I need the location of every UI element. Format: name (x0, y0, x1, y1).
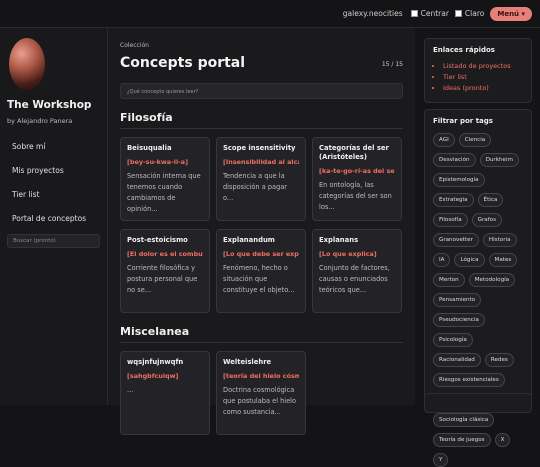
tag-chip[interactable]: AGI (433, 133, 455, 147)
tag-chip[interactable]: Merton (433, 273, 465, 287)
card-phonetic: [teoría del hielo cósmico] (223, 372, 299, 380)
sidebar-item-concepts[interactable]: Portal de conceptos (7, 209, 100, 228)
concept-card[interactable]: Scope insensitivity [Insensibilidad al a… (216, 137, 306, 221)
tag-chip[interactable]: Granovetter (433, 233, 479, 247)
sidebar: The Workshop by Alejandro Panera Sobre m… (0, 28, 108, 405)
concept-card[interactable]: Post-estoicismo [El dolor es el combusti… (120, 229, 210, 313)
quick-link[interactable]: Listado de proyectos (443, 62, 523, 70)
results-counter: 15 / 15 (381, 61, 403, 68)
center-toggle[interactable]: Centrar (410, 9, 449, 18)
tag-chip[interactable]: Riesgos existenciales (433, 373, 505, 387)
card-phonetic: [El dolor es el combustible] (127, 250, 203, 258)
concept-card[interactable]: Beisuqualia [bey-su-kwa-li-a] Sensación … (120, 137, 210, 221)
quick-links-list: Listado de proyectos Tier list Ideas (pr… (433, 62, 523, 92)
concept-card[interactable]: Explanans [Lo que explica] Conjunto de f… (312, 229, 402, 313)
bottom-panel (424, 393, 532, 413)
tag-chip[interactable]: Racionalidad (433, 353, 481, 367)
light-label: Claro (464, 9, 485, 18)
card-phonetic: [Lo que debe ser explicado] (223, 250, 299, 258)
tags-title: Filtrar por tags (433, 117, 493, 125)
tag-chip[interactable]: Filosofía (433, 213, 468, 227)
tag-chip[interactable]: Pensamiento (433, 293, 482, 307)
card-title: Categorías del ser (Aristóteles) (319, 144, 389, 161)
concept-card[interactable]: Welteislehre [teoría del hielo cósmico] … (216, 351, 306, 435)
philosophy-cards: Beisuqualia [bey-su-kwa-li-a] Sensación … (120, 137, 403, 313)
tag-chip[interactable]: Ciencia (458, 133, 492, 147)
tag-chip[interactable]: Durkheim (479, 153, 519, 167)
tag-chip[interactable]: Lógica (454, 253, 485, 267)
concept-search-input[interactable]: ¿Qué concepto quieres leer? (120, 83, 403, 99)
tag-chip[interactable]: Epistemología (433, 173, 485, 187)
center-checkbox[interactable] (410, 10, 418, 17)
quick-links-title: Enlaces rápidos (433, 46, 495, 54)
concept-card[interactable]: Explanandum [Lo que debe ser explicado] … (216, 229, 306, 313)
breadcrumb: Colección (120, 42, 149, 49)
brand-title[interactable]: The Workshop (7, 99, 100, 111)
tag-chip[interactable]: Desviación (433, 153, 476, 167)
card-title: Scope insensitivity (223, 144, 296, 152)
card-title: Explanans (319, 236, 359, 244)
tag-list: AGI Ciencia Desviación Durkheim Epistemologí… (433, 133, 523, 467)
tag-chip[interactable]: Metodología (468, 273, 516, 287)
tag-chip[interactable]: Historia (482, 233, 517, 247)
misc-cards: wqsjnfujnwqfn [sahgbfcuiqw] ... Welteisl… (120, 351, 403, 435)
quick-link[interactable]: Ideas (pronto) (443, 84, 523, 92)
menu-button[interactable]: Menú ▾ (490, 6, 532, 21)
sidebar-item-tierlist[interactable]: Tier list (7, 185, 100, 204)
card-description: Doctrina cosmológica que postulaba el hi… (223, 386, 297, 416)
tag-chip[interactable]: Mates (488, 253, 518, 267)
card-title: Post-estoicismo (127, 236, 188, 244)
card-description: Sensación interna que tenemos cuando cam… (127, 172, 201, 213)
card-phonetic: [Insensibilidad al alcance] (223, 158, 299, 166)
tag-chip[interactable]: Pseudociencia (433, 313, 485, 327)
tag-chip[interactable]: Redes (484, 353, 514, 367)
tag-chip[interactable]: Grafos (471, 213, 503, 227)
site-name[interactable]: galexy.neocities (343, 9, 403, 18)
tag-chip[interactable]: Y (433, 453, 449, 467)
section-title-philosophy: Filosofía (120, 111, 403, 129)
sidebar-item-about[interactable]: Sobre mí (7, 137, 100, 156)
tag-chip[interactable]: Ética (477, 193, 504, 207)
main-content: Colección Concepts portal 15 / 15 ¿Qué c… (108, 28, 415, 435)
card-phonetic: [ka-te-go-rí-as del ser] (319, 167, 395, 175)
card-phonetic: [Lo que explica] (319, 250, 377, 258)
card-title: Welteislehre (223, 358, 272, 366)
card-title: Explanandum (223, 236, 275, 244)
card-phonetic: [bey-su-kwa-li-a] (127, 158, 189, 166)
card-description: En ontología, las categorías del ser son… (319, 181, 392, 211)
card-description: Conjunto de factores, causas o enunciado… (319, 264, 390, 294)
tag-chip[interactable]: Teoría de juegos (433, 433, 491, 447)
quick-link[interactable]: Tier list (443, 73, 523, 81)
section-title-misc: Miscelanea (120, 325, 403, 343)
tag-chip[interactable]: X (494, 433, 511, 447)
author-byline: by Alejandro Panera (7, 117, 73, 125)
quick-links-panel: Enlaces rápidos Listado de proyectos Tie… (424, 38, 532, 103)
avatar (9, 38, 45, 90)
light-checkbox[interactable] (454, 10, 462, 17)
tag-chip[interactable]: Sociología clásica (433, 413, 495, 427)
light-toggle[interactable]: Claro (454, 9, 485, 18)
card-description: Tendencia a que la disposición a pagar o… (223, 172, 288, 202)
concept-card[interactable]: Categorías del ser (Aristóteles) [ka-te-… (312, 137, 402, 221)
card-phonetic: [sahgbfcuiqw] (127, 372, 179, 380)
top-bar: galexy.neocities Centrar Claro Menú ▾ (0, 0, 540, 28)
right-column: Enlaces rápidos Listado de proyectos Tie… (415, 28, 540, 467)
tag-chip[interactable]: Estrategia (433, 193, 474, 207)
sidebar-item-projects[interactable]: Mis proyectos (7, 161, 100, 180)
sidebar-nav: Sobre mí Mis proyectos Tier list Portal … (7, 137, 100, 228)
card-title: Beisuqualia (127, 144, 172, 152)
card-description: Fenómeno, hecho o situación que constitu… (223, 264, 295, 294)
page-title: Concepts portal (120, 55, 246, 71)
sidebar-search-input[interactable]: Buscar (pronto) (7, 234, 100, 248)
tag-chip[interactable]: Psicología (433, 333, 473, 347)
center-label: Centrar (420, 9, 449, 18)
card-description: ... (127, 386, 134, 394)
card-title: wqsjnfujnwqfn (127, 358, 184, 366)
tags-panel: Filtrar por tags AGI Ciencia Desviación Dur… (424, 109, 532, 467)
concept-card[interactable]: wqsjnfujnwqfn [sahgbfcuiqw] ... (120, 351, 210, 435)
tag-chip[interactable]: IA (433, 253, 451, 267)
card-description: Corriente filosófica y postura personal … (127, 264, 198, 294)
